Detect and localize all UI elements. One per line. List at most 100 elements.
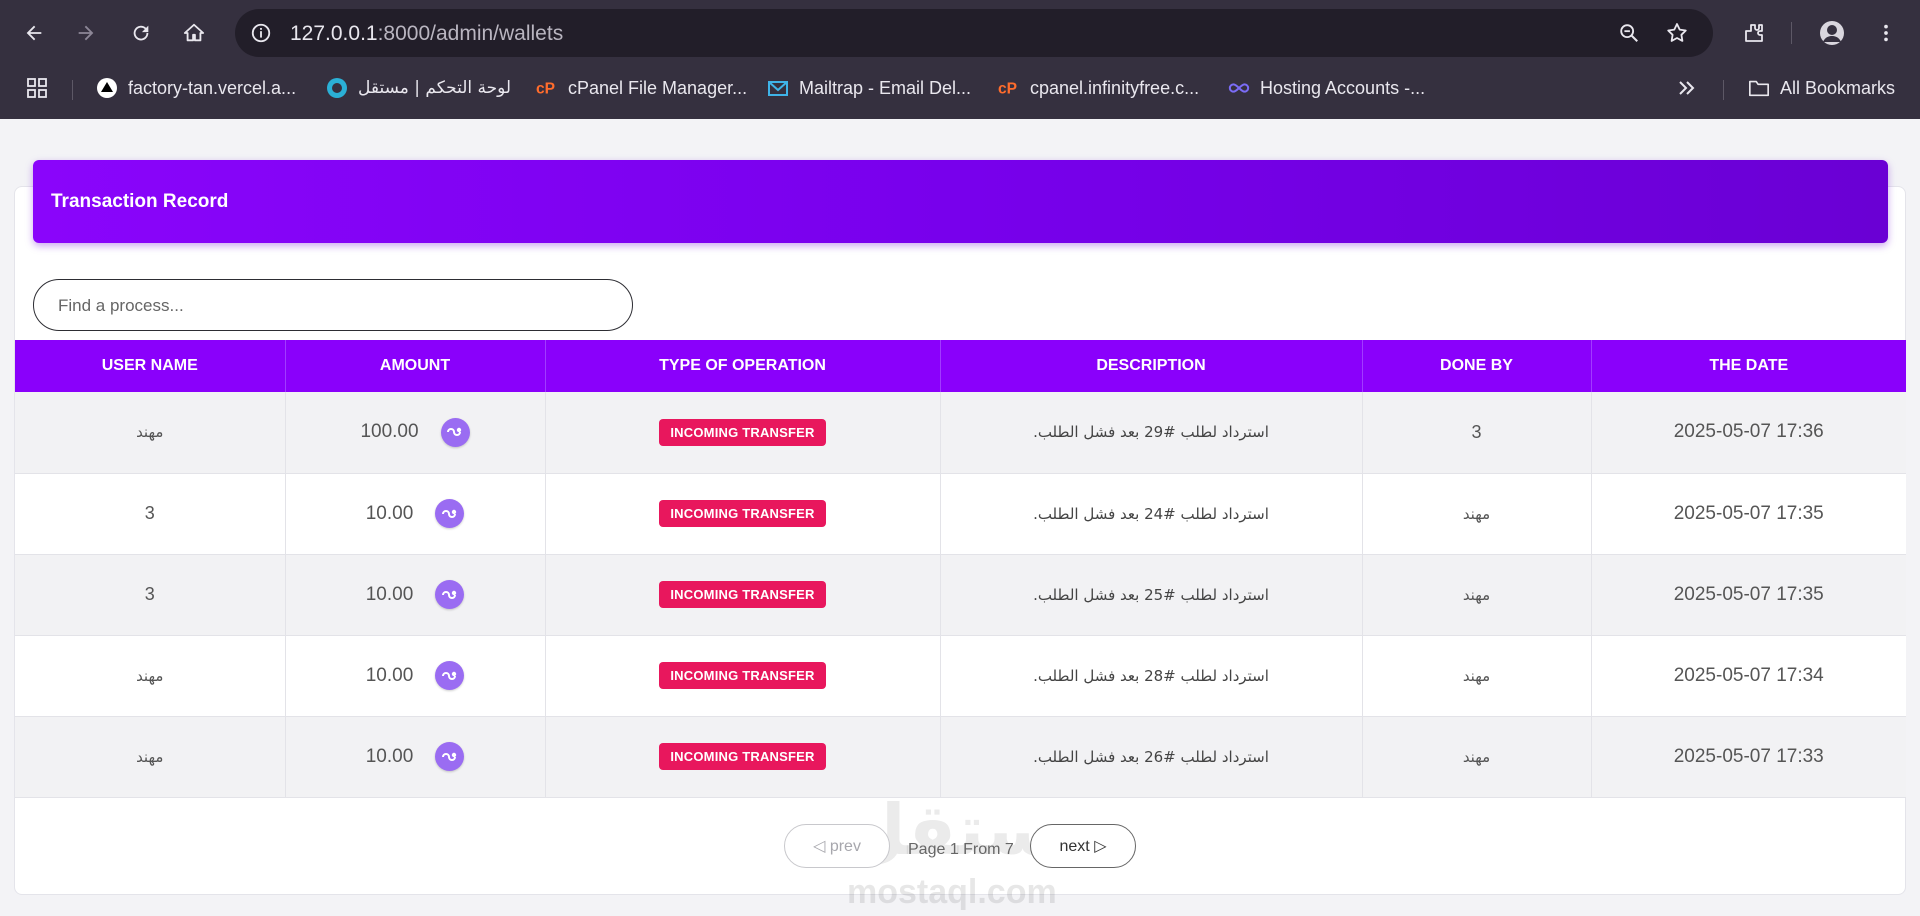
zoom-icon[interactable] [1615,19,1643,47]
bookmark-star-icon[interactable] [1663,19,1691,47]
amount-cell: 100.00 [285,392,546,474]
browser-chrome: 127.0.0.1:8000/admin/wallets factory-tan… [0,0,1920,119]
bookmark-cpanel-infinityfree[interactable]: cP cpanel.infinityfree.c... [998,74,1199,102]
operation-type-cell: INCOMING TRANSFER [545,392,941,474]
amount-cell: 10.00 [285,716,546,798]
column-header-amount: AMOUNT [285,340,546,392]
vercel-icon [96,77,118,99]
bookmark-mailtrap[interactable]: Mailtrap - Email Del... [767,74,971,102]
status-badge: INCOMING TRANSFER [659,662,826,689]
bookmark-label: لوحة التحكم | مستقل [358,78,512,98]
browser-toolbar: 127.0.0.1:8000/admin/wallets [0,0,1920,66]
amount-value: 100.00 [360,421,419,443]
extensions-icon[interactable] [1734,13,1774,53]
date-cell: 2025-05-07 17:35 [1591,473,1906,555]
bookmarks-divider [72,80,73,100]
all-bookmarks-button[interactable]: All Bookmarks [1748,74,1895,102]
user-name-cell: مهند [15,716,286,798]
home-icon[interactable] [174,13,214,53]
coin-icon [435,742,465,771]
column-header-date: THE DATE [1591,340,1906,392]
user-name-cell: 3 [15,473,286,555]
amount-cell: 10.00 [285,473,546,555]
description-cell: استرداد لطلب #25 بعد فشل الطلب. [940,554,1363,636]
folder-icon [1748,77,1770,99]
forward-icon[interactable] [66,13,106,53]
svg-text:cP: cP [998,81,1017,98]
description-cell: استرداد لطلب #29 بعد فشل الطلب. [940,392,1363,474]
svg-text:cP: cP [536,81,555,98]
menu-kebab-icon[interactable] [1866,13,1906,53]
table-row: 3 10.00 INCOMING TRANSFER استرداد لطلب #… [15,554,1906,636]
mailtrap-icon [767,77,789,99]
description-cell: استرداد لطلب #24 بعد فشل الطلب. [940,473,1363,555]
done-by-cell: مهند [1362,473,1592,555]
date-cell: 2025-05-07 17:35 [1591,554,1906,636]
search-input[interactable] [58,294,618,318]
apps-grid-icon[interactable] [26,74,48,102]
amount-value: 10.00 [365,502,414,524]
next-button[interactable]: next ▷ [1030,824,1136,868]
page-content: Transaction Record USER NAME AMOUNT TYPE… [0,119,1920,916]
amount-value: 10.00 [365,583,414,605]
coin-icon [435,661,465,690]
toolbar-divider [1791,22,1792,44]
amount-value: 10.00 [365,664,414,686]
column-header-type: TYPE OF OPERATION [545,340,941,392]
coin-icon [435,499,465,528]
column-header-user-name: USER NAME [15,340,286,392]
amount-cell: 10.00 [285,554,546,636]
coin-icon [435,580,465,609]
address-bar[interactable]: 127.0.0.1:8000/admin/wallets [235,9,1713,57]
table-header-row: USER NAME AMOUNT TYPE OF OPERATION DESCR… [15,340,1906,392]
cpanel-icon: cP [998,77,1020,99]
more-bookmarks-icon[interactable] [1676,74,1696,102]
bookmark-label: cpanel.infinityfree.c... [1030,77,1200,98]
page-info: Page 1 From 7 [908,841,1014,858]
table-row: مهند 10.00 INCOMING TRANSFER استرداد لطل… [15,716,1906,798]
pagination: ◁ prev Page 1 From 7 next ▷ [0,824,1920,868]
operation-type-cell: INCOMING TRANSFER [545,473,941,555]
user-name-cell: مهند [15,635,286,717]
bookmark-label: factory-tan.vercel.a... [128,77,297,98]
table-row: مهند 10.00 INCOMING TRANSFER استرداد لطل… [15,635,1906,717]
status-badge: INCOMING TRANSFER [659,418,826,446]
prev-button[interactable]: ◁ prev [784,824,890,868]
done-by-cell: مهند [1362,554,1592,636]
infinity-icon [1228,77,1250,99]
done-by-cell: مهند [1362,635,1592,717]
table-row: 3 10.00 INCOMING TRANSFER استرداد لطلب #… [15,473,1906,555]
coin-icon [440,417,470,447]
status-badge: INCOMING TRANSFER [659,743,826,770]
profile-avatar-icon[interactable] [1812,13,1852,53]
bookmark-mostaql-dashboard[interactable]: لوحة التحكم | مستقل [326,74,511,102]
header-banner: Transaction Record [33,160,1888,243]
bookmarks-bar: factory-tan.vercel.a... لوحة التحكم | مس… [0,66,1920,110]
status-badge: INCOMING TRANSFER [659,581,826,608]
status-badge: INCOMING TRANSFER [659,500,826,527]
done-by-cell: مهند [1362,716,1592,798]
column-header-description: DESCRIPTION [940,340,1363,392]
cpanel-icon: cP [536,77,558,99]
operation-type-cell: INCOMING TRANSFER [545,635,941,717]
bookmarks-divider [1723,80,1724,100]
description-cell: استرداد لطلب #28 بعد فشل الطلب. [940,635,1363,717]
bookmark-cpanel-file-manager[interactable]: cP cPanel File Manager... [536,74,747,102]
column-header-done-by: DONE BY [1362,340,1592,392]
user-name-cell: 3 [15,554,286,636]
bookmark-factory-tan[interactable]: factory-tan.vercel.a... [96,74,296,102]
date-cell: 2025-05-07 17:36 [1591,392,1906,474]
bookmark-hosting-accounts[interactable]: Hosting Accounts -... [1228,74,1425,102]
date-cell: 2025-05-07 17:34 [1591,635,1906,717]
reload-icon[interactable] [121,13,161,53]
url-text[interactable]: 127.0.0.1:8000/admin/wallets [290,22,563,46]
back-icon[interactable] [14,13,54,53]
search-box[interactable] [33,279,633,331]
site-info-icon[interactable] [249,21,273,45]
transactions-table: USER NAME AMOUNT TYPE OF OPERATION DESCR… [15,340,1906,798]
amount-value: 10.00 [365,745,414,767]
user-name-cell: مهند [15,392,286,474]
description-cell: استرداد لطلب #26 بعد فشل الطلب. [940,716,1363,798]
bookmark-label: Hosting Accounts -... [1260,77,1426,98]
table-row: مهند 100.00 INCOMING TRANSFER استرداد لط… [15,392,1906,474]
